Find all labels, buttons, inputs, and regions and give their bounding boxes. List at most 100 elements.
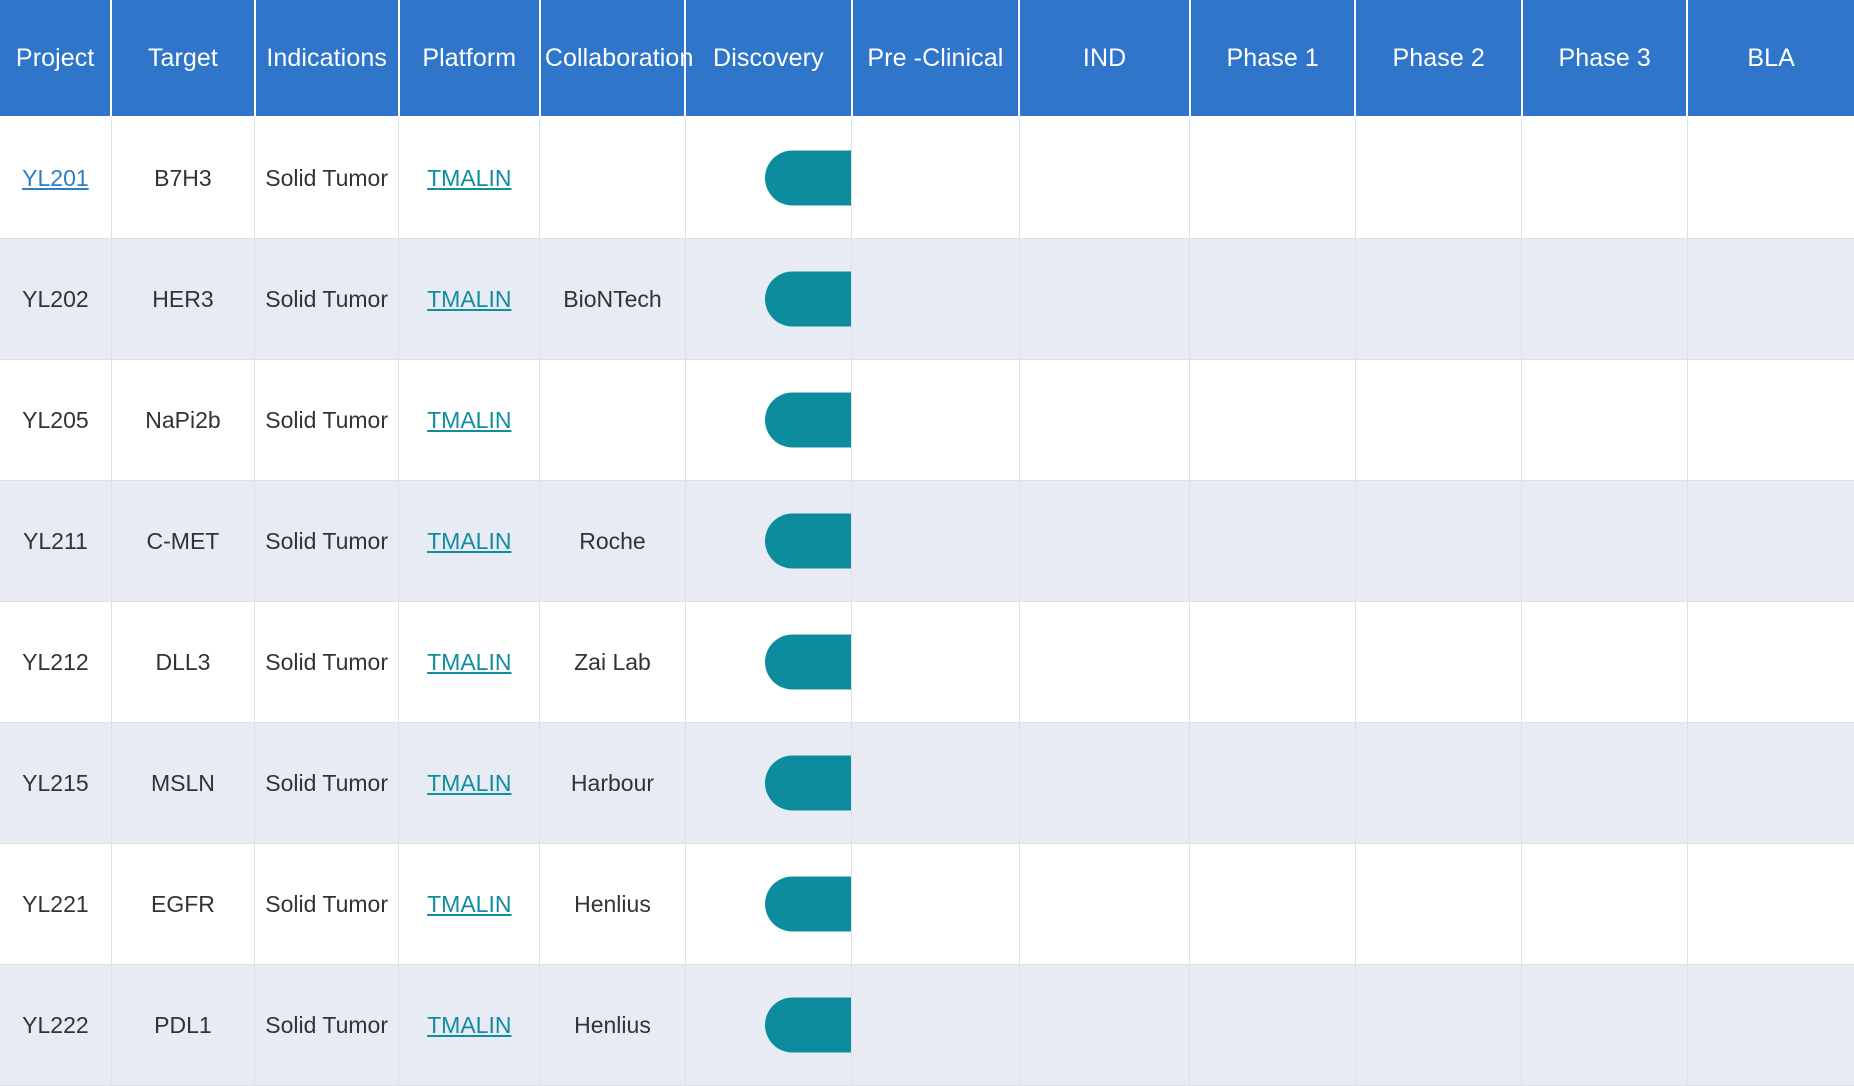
project-text: YL212	[22, 648, 89, 675]
platform-link[interactable]: TMALIN	[427, 1012, 511, 1038]
cell-project: YL205	[0, 359, 112, 481]
platform-link[interactable]: TMALIN	[427, 528, 511, 554]
cell-indications: Solid Tumor	[254, 601, 400, 723]
progress-bar	[764, 150, 851, 206]
cell-project: YL201	[0, 117, 112, 239]
stage-cell-ind	[1019, 480, 1191, 602]
stage-cell-discovery	[685, 601, 853, 723]
progress-bar-track	[686, 602, 851, 722]
cell-indications: Solid Tumor	[254, 359, 400, 481]
stage-cell-phase1	[1189, 722, 1356, 844]
stage-cell-preclinical	[851, 480, 1020, 602]
cell-target: C-MET	[111, 480, 256, 602]
stage-cell-phase2	[1355, 117, 1523, 239]
cell-target: NaPi2b	[111, 359, 256, 481]
platform-link[interactable]: TMALIN	[427, 165, 511, 191]
project-text: YL222	[22, 1011, 89, 1038]
stage-cell-preclinical	[851, 843, 1020, 965]
cell-collaboration: Henlius	[539, 964, 686, 1086]
platform-link[interactable]: TMALIN	[427, 649, 511, 675]
stage-cell-discovery	[685, 238, 853, 360]
stage-cell-discovery	[685, 722, 853, 844]
project-text: YL215	[22, 769, 89, 796]
stage-cell-phase2	[1355, 722, 1523, 844]
stage-cell-preclinical	[851, 964, 1020, 1086]
progress-bar-track	[686, 239, 851, 359]
cell-project: YL212	[0, 601, 112, 723]
stage-cell-ind	[1019, 117, 1191, 239]
cell-platform: TMALIN	[398, 238, 541, 360]
column-header-phase1: Phase 1	[1189, 0, 1357, 118]
cell-indications: Solid Tumor	[254, 117, 400, 239]
progress-bar	[764, 513, 851, 569]
cell-indications: Solid Tumor	[254, 238, 400, 360]
cell-collaboration: Henlius	[539, 843, 686, 965]
stage-cell-bla	[1687, 480, 1854, 602]
cell-target: EGFR	[111, 843, 256, 965]
indications-text: Solid Tumor	[265, 648, 388, 675]
collaboration-text: BioNTech	[563, 285, 662, 312]
project-text: YL221	[22, 890, 89, 917]
column-header-platform: Platform	[398, 0, 541, 118]
cell-collaboration	[539, 117, 686, 239]
cell-platform: TMALIN	[398, 359, 541, 481]
header-row: Project Target Indications Platform Collabor…	[0, 0, 1854, 118]
cell-collaboration: BioNTech	[539, 238, 686, 360]
stage-cell-phase3	[1521, 722, 1688, 844]
stage-cell-phase1	[1189, 238, 1356, 360]
stage-cell-phase1	[1189, 480, 1356, 602]
target-text: MSLN	[150, 769, 215, 796]
stage-cell-preclinical	[851, 238, 1020, 360]
target-text: DLL3	[155, 648, 211, 675]
stage-cell-phase3	[1521, 843, 1688, 965]
target-text: NaPi2b	[145, 406, 221, 433]
table-row: YL202 HER3 Solid Tumor TMALIN BioNTech	[0, 238, 1854, 360]
stage-cell-bla	[1687, 238, 1854, 360]
column-header-bla: BLA	[1687, 0, 1854, 118]
stage-cell-phase3	[1521, 117, 1688, 239]
progress-bar	[764, 271, 851, 327]
stage-cell-phase3	[1521, 480, 1688, 602]
column-header-indications: Indications	[254, 0, 400, 118]
column-header-ind: IND	[1019, 0, 1191, 118]
stage-cell-phase1	[1189, 117, 1356, 239]
stage-cell-discovery	[685, 964, 853, 1086]
platform-link[interactable]: TMALIN	[427, 770, 511, 796]
platform-link[interactable]: TMALIN	[427, 407, 511, 433]
stage-cell-preclinical	[851, 722, 1020, 844]
stage-cell-bla	[1687, 601, 1854, 723]
stage-cell-phase3	[1521, 964, 1688, 1086]
indications-text: Solid Tumor	[265, 527, 388, 554]
table-row: YL215 MSLN Solid Tumor TMALIN Harbour	[0, 722, 1854, 844]
cell-indications: Solid Tumor	[254, 722, 400, 844]
cell-target: DLL3	[111, 601, 256, 723]
cell-target: PDL1	[111, 964, 256, 1086]
project-link[interactable]: YL201	[22, 165, 89, 191]
pipeline-table: Project Target Indications Platform Collabor…	[0, 0, 1854, 1086]
cell-platform: TMALIN	[398, 722, 541, 844]
stage-cell-bla	[1687, 117, 1854, 239]
indications-text: Solid Tumor	[265, 164, 388, 191]
stage-cell-discovery	[685, 359, 853, 481]
cell-indications: Solid Tumor	[254, 964, 400, 1086]
cell-platform: TMALIN	[398, 601, 541, 723]
cell-indications: Solid Tumor	[254, 480, 400, 602]
indications-text: Solid Tumor	[265, 769, 388, 796]
progress-bar-track	[686, 360, 851, 480]
stage-cell-ind	[1019, 359, 1191, 481]
column-header-target: Target	[111, 0, 256, 118]
stage-cell-bla	[1687, 359, 1854, 481]
stage-cell-phase1	[1189, 601, 1356, 723]
collaboration-text: Henlius	[574, 890, 651, 917]
stage-cell-phase1	[1189, 359, 1356, 481]
platform-link[interactable]: TMALIN	[427, 891, 511, 917]
progress-bar-track	[686, 844, 851, 964]
table-body: YL201 B7H3 Solid Tumor TMALIN YL202 HER3 Solid…	[0, 117, 1854, 1086]
platform-link[interactable]: TMALIN	[427, 286, 511, 312]
stage-cell-ind	[1019, 843, 1191, 965]
indications-text: Solid Tumor	[265, 1011, 388, 1038]
stage-cell-phase1	[1189, 843, 1356, 965]
stage-cell-phase3	[1521, 601, 1688, 723]
stage-cell-bla	[1687, 964, 1854, 1086]
stage-cell-ind	[1019, 238, 1191, 360]
